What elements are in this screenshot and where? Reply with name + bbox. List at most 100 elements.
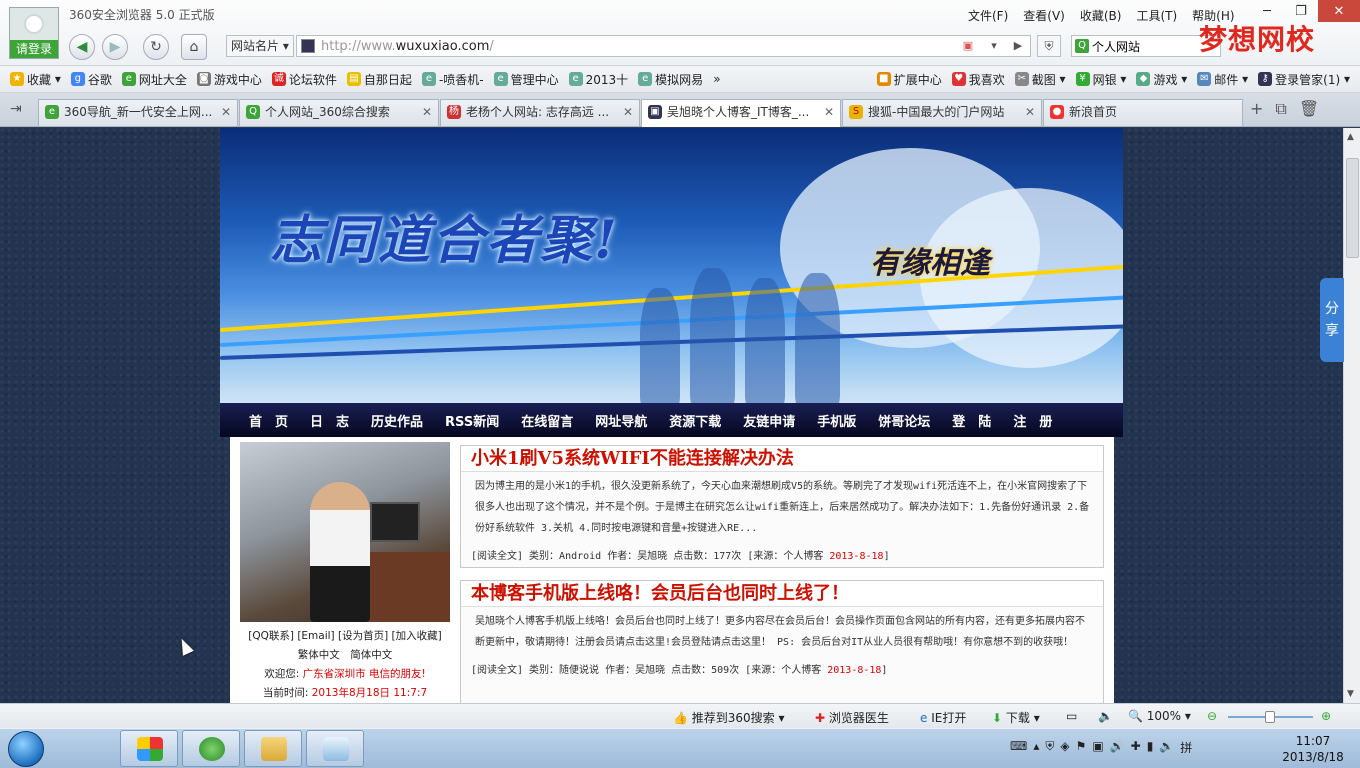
address-dropdown-icon[interactable]: ▾ xyxy=(985,38,1003,54)
bookmark-item[interactable]: e -喷香机- xyxy=(421,71,484,88)
bookmarks-more-icon[interactable]: » xyxy=(713,72,720,86)
monitor-icon[interactable]: ▣ xyxy=(1092,739,1103,756)
security-shield-button[interactable]: ⛨ xyxy=(1037,35,1061,57)
extension-center-button[interactable]: ■ 扩展中心 xyxy=(876,71,942,88)
ebank-button[interactable]: ¥ 网银 ▾ xyxy=(1075,71,1126,88)
bookmark-item[interactable]: e 网址大全 xyxy=(121,71,187,88)
nav-register[interactable]: 注 册 xyxy=(1013,411,1052,430)
compat-mode-icon[interactable]: ▣ xyxy=(959,38,977,54)
window-mode-icon[interactable]: ▭ xyxy=(1066,709,1077,723)
close-button[interactable]: ✕ xyxy=(1318,0,1360,22)
zoom-control[interactable]: 🔍 100% ▾ xyxy=(1128,709,1191,723)
tab-laoyang[interactable]: 杨老杨个人网站: 志存高远 ... ✕ xyxy=(440,99,640,126)
tab-wuxuxiao-blog[interactable]: ▣ 吴旭晓个人博客_IT博客_... ✕ xyxy=(641,99,841,127)
zoom-slider-thumb[interactable] xyxy=(1265,711,1275,723)
site-card-button[interactable]: 网站名片 ▾ xyxy=(226,35,294,57)
trash-icon[interactable]: 🗑 xyxy=(1299,99,1319,119)
bookmark-favorites[interactable]: ★ 收藏 ▾ xyxy=(10,71,61,88)
close-tab-icon[interactable]: ✕ xyxy=(623,100,633,125)
search-input[interactable] xyxy=(1092,38,1212,54)
bookmark-item[interactable]: g 谷歌 xyxy=(70,71,112,88)
zoom-in-icon[interactable]: ⊕ xyxy=(1321,709,1331,723)
screenshot-button[interactable]: ✂ 截图 ▾ xyxy=(1014,71,1066,88)
keyboard-icon[interactable]: ⌨ xyxy=(1010,739,1027,756)
scroll-up-icon[interactable]: ▲ xyxy=(1347,132,1354,142)
post-title[interactable]: 小米1刷V5系统WIFI不能连接解决办法 xyxy=(461,446,1103,472)
nav-guestbook[interactable]: 在线留言 xyxy=(521,411,573,430)
network-icon[interactable]: ⛨ xyxy=(1045,739,1054,756)
login-button[interactable]: 请登录 xyxy=(10,40,58,58)
games-button[interactable]: ◆ 游戏 ▾ xyxy=(1136,71,1187,88)
nav-login[interactable]: 登 陆 xyxy=(952,411,991,430)
browser-doctor-button[interactable]: ✚ 浏览器医生 xyxy=(815,709,889,726)
post-title[interactable]: 本博客手机版上线咯！会员后台也同时上线了！ xyxy=(461,581,1103,607)
volume-icon[interactable]: 🔈 xyxy=(1098,709,1113,723)
nav-journal[interactable]: 日 志 xyxy=(310,411,349,430)
nav-home[interactable]: 首 页 xyxy=(249,411,288,430)
mail-button[interactable]: ✉ 邮件 ▾ xyxy=(1197,71,1248,88)
contact-links[interactable]: [QQ联系] [Email] [设为首页] [加入收藏] xyxy=(230,627,460,646)
menu-view[interactable]: 查看(V) xyxy=(1023,7,1065,24)
like-button[interactable]: ♥ 我喜欢 xyxy=(951,71,1005,88)
bookmark-item[interactable]: ◙ 游戏中心 xyxy=(196,71,262,88)
tab-sohu[interactable]: S 搜狐-中国最大的门户网站 ✕ xyxy=(842,99,1042,126)
tab-360-nav[interactable]: e 360导航_新一代安全上网... ✕ xyxy=(38,99,238,126)
nav-mobile[interactable]: 手机版 xyxy=(817,411,856,430)
ie-open-button[interactable]: e IE打开 xyxy=(920,709,966,726)
nav-directory[interactable]: 网址导航 xyxy=(595,411,647,430)
bookmark-item[interactable]: 诚论坛软件 xyxy=(271,71,337,88)
home-button[interactable]: ⌂ xyxy=(181,34,207,60)
system-clock[interactable]: 11:07 2013/8/18 xyxy=(1278,733,1348,765)
language-links[interactable]: 繁体中文 简体中文 xyxy=(230,646,460,665)
scroll-down-icon[interactable]: ▼ xyxy=(1347,689,1354,699)
address-url[interactable]: http://www.wuxuxiao.com/ xyxy=(321,39,494,54)
refresh-button[interactable]: ↻ xyxy=(143,34,169,60)
menu-favorites[interactable]: 收藏(B) xyxy=(1080,7,1122,24)
new-tab-icon[interactable]: + xyxy=(1250,99,1263,119)
recommend-button[interactable]: 👍 推荐到360搜索 ▾ xyxy=(673,709,785,726)
menu-tools[interactable]: 工具(T) xyxy=(1136,7,1177,24)
menu-file[interactable]: 文件(F) xyxy=(968,7,1008,24)
tab-sina[interactable]: ● 新浪首页 xyxy=(1043,99,1243,126)
scrollbar-thumb[interactable] xyxy=(1346,158,1359,258)
flag-icon[interactable]: ⚑ xyxy=(1076,739,1087,756)
address-bar[interactable]: http://www.wuxuxiao.com/ ▣ ▾ ▶ xyxy=(296,35,1031,57)
close-tab-icon[interactable]: ✕ xyxy=(422,100,432,125)
bookmark-item[interactable]: e 2013十 xyxy=(568,71,628,88)
close-tab-icon[interactable]: ✕ xyxy=(1025,100,1035,125)
nav-rss[interactable]: RSS新闻 xyxy=(445,411,499,430)
post-meta-text[interactable]: [阅读全文] 类别：Android 作者：吴旭晓 点击数：177次 [来源：个人… xyxy=(471,551,829,562)
taskbar-app-notepad[interactable] xyxy=(306,730,364,767)
bookmark-item[interactable]: e 管理中心 xyxy=(493,71,559,88)
post-meta-text[interactable]: [阅读全文] 类别：随便说说 作者：吴旭晓 点击数：509次 [来源：个人博客 xyxy=(471,665,827,676)
vertical-scrollbar[interactable]: ▲ ▼ xyxy=(1343,128,1360,703)
bookmark-item[interactable]: ▤ 自那日起 xyxy=(346,71,412,88)
login-manager-button[interactable]: ⚷ 登录管家(1) ▾ xyxy=(1258,71,1350,88)
back-button[interactable]: ◀ xyxy=(69,34,95,60)
tray-arrow-icon[interactable]: ▴ xyxy=(1033,739,1039,756)
go-icon[interactable]: ▶ xyxy=(1009,38,1027,54)
taskbar-app-explorer[interactable] xyxy=(244,730,302,767)
sidebar-toggle-icon[interactable]: ⇥ xyxy=(10,101,22,117)
close-tab-icon[interactable]: ✕ xyxy=(824,100,834,125)
user-avatar[interactable]: 请登录 xyxy=(9,7,59,59)
nav-forum[interactable]: 饼哥论坛 xyxy=(878,411,930,430)
taskbar-app-browser[interactable] xyxy=(182,730,240,767)
battery-icon[interactable]: ▮ xyxy=(1147,739,1154,756)
close-tab-icon[interactable]: ✕ xyxy=(221,100,231,125)
search-engine-icon[interactable]: Q xyxy=(1075,39,1089,53)
ime-icon[interactable]: 拼 xyxy=(1180,739,1192,756)
speaker-icon[interactable]: 🔊 xyxy=(1110,739,1125,756)
taskbar-app-media-center[interactable] xyxy=(120,730,178,767)
download-button[interactable]: ⬇ 下载 ▾ xyxy=(992,709,1040,726)
nav-links[interactable]: 友链申请 xyxy=(743,411,795,430)
share-button[interactable]: 分享 xyxy=(1320,278,1344,362)
bookmark-item[interactable]: e 模拟网易 xyxy=(638,71,703,88)
tab-360-search[interactable]: Q 个人网站_360综合搜索 ✕ xyxy=(239,99,439,126)
tab-list-icon[interactable]: ⧉ xyxy=(1275,99,1286,119)
nav-downloads[interactable]: 资源下载 xyxy=(669,411,721,430)
forward-button[interactable]: ▶ xyxy=(102,34,128,60)
start-button[interactable] xyxy=(8,731,44,767)
zoom-out-icon[interactable]: ⊖ xyxy=(1207,709,1217,723)
security-icon[interactable]: ◈ xyxy=(1060,739,1069,756)
